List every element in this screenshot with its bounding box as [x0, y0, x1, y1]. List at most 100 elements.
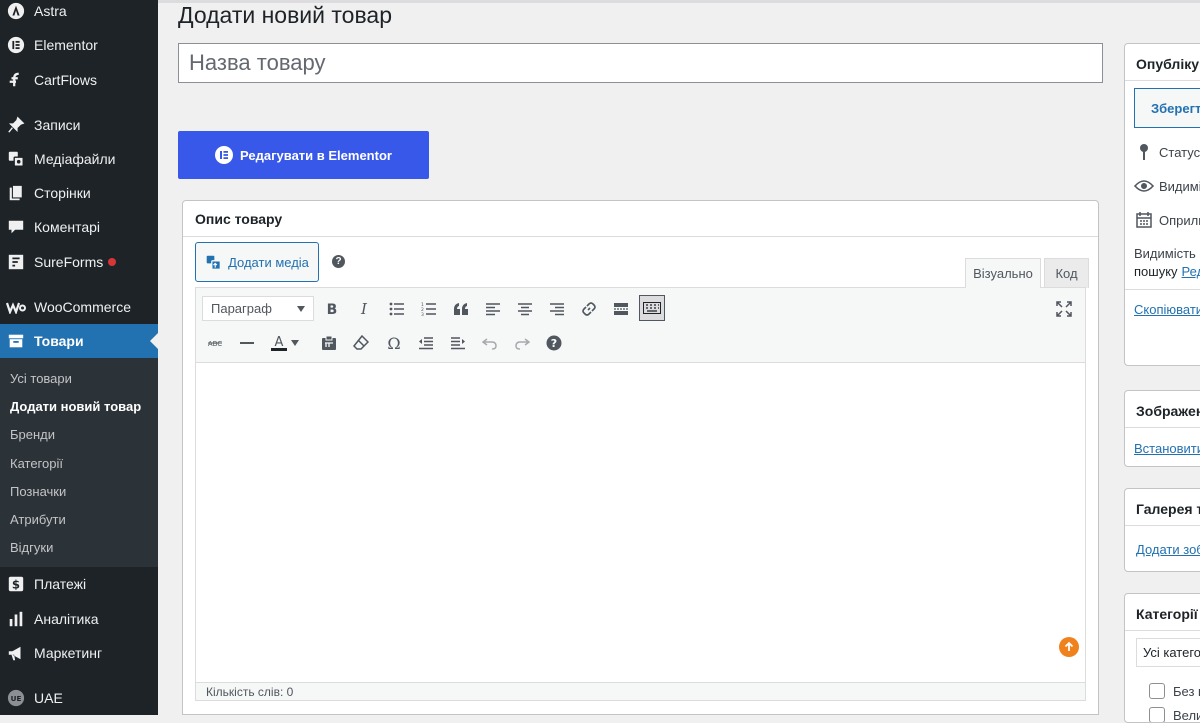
- help-icon[interactable]: ?: [332, 255, 345, 268]
- redo-icon[interactable]: [509, 330, 535, 356]
- clear-formatting-icon[interactable]: [348, 330, 374, 356]
- pin-icon: [6, 115, 26, 135]
- tab-code[interactable]: Код: [1044, 258, 1089, 288]
- keyboard-icon[interactable]: [639, 295, 665, 321]
- word-count: Кількість слів: 0: [206, 685, 294, 699]
- svg-text:UE: UE: [11, 694, 22, 703]
- visibility-row: Видимість:: [1134, 176, 1200, 196]
- sidebar-item-label: Коментарі: [34, 219, 101, 235]
- sidebar-item-elementor[interactable]: Elementor: [0, 28, 158, 62]
- blockquote-icon[interactable]: [448, 296, 474, 322]
- submenu-attributes[interactable]: Атрибути: [10, 512, 66, 527]
- product-categories-box-title: Категорії товарів: [1136, 606, 1200, 622]
- bullet-list-icon[interactable]: [384, 296, 410, 322]
- special-character-icon[interactable]: Ω: [381, 330, 407, 356]
- horizontal-line-icon[interactable]: [234, 330, 260, 356]
- submenu-add-new-product[interactable]: Додати новий товар: [10, 399, 141, 414]
- align-center-icon[interactable]: [512, 296, 538, 322]
- grammarly-icon[interactable]: [1059, 637, 1079, 657]
- sidebar-item-posts[interactable]: Записи: [0, 108, 158, 142]
- dollar-icon: $: [6, 574, 26, 594]
- megaphone-icon: [6, 643, 26, 663]
- sidebar-item-marketing[interactable]: Маркетинг: [0, 636, 158, 670]
- media-icon: [205, 254, 222, 271]
- editor-content-area[interactable]: [196, 363, 1085, 663]
- paste-text-icon[interactable]: [316, 330, 342, 356]
- save-draft-button[interactable]: Зберегти чернетку: [1134, 88, 1200, 128]
- submenu-tags[interactable]: Позначки: [10, 484, 66, 499]
- sidebar-item-media[interactable]: Медіафайли: [0, 142, 158, 176]
- set-product-image-link[interactable]: Встановити: [1134, 441, 1200, 456]
- read-more-icon[interactable]: [608, 296, 634, 322]
- sidebar-item-uae[interactable]: UE UAE: [0, 681, 158, 715]
- svg-text:ABC: ABC: [208, 340, 222, 348]
- outdent-icon[interactable]: [413, 330, 439, 356]
- sidebar-item-analytics[interactable]: Аналітика: [0, 602, 158, 636]
- sidebar-item-label: WooCommerce: [34, 299, 131, 315]
- category-checkbox[interactable]: [1149, 683, 1165, 699]
- published-label: Оприлюднено:: [1159, 212, 1200, 228]
- edit-with-elementor-button[interactable]: Редагувати в Elementor: [178, 131, 429, 179]
- svg-text:A: A: [275, 335, 284, 350]
- pin-icon: [1134, 142, 1154, 162]
- svg-text:I: I: [360, 302, 368, 316]
- sidebar-item-label: Astra: [34, 3, 67, 19]
- tab-all-categories[interactable]: Усі категорії: [1136, 638, 1200, 666]
- sidebar-item-products[interactable]: Товари: [0, 324, 158, 358]
- category-checkbox[interactable]: [1149, 707, 1165, 722]
- submenu-categories[interactable]: Категорії: [10, 456, 63, 471]
- add-media-button[interactable]: Додати медіа: [195, 242, 319, 282]
- category-item[interactable]: Без категорії: [1149, 683, 1200, 699]
- undo-icon[interactable]: [477, 330, 503, 356]
- category-item[interactable]: Велика: [1149, 707, 1200, 723]
- category-label: Велика: [1173, 707, 1200, 723]
- italic-icon[interactable]: I: [351, 296, 377, 322]
- copy-to-draft-link[interactable]: Скопіювати: [1134, 302, 1200, 317]
- submenu-reviews[interactable]: Відгуки: [10, 540, 53, 555]
- catalog-visibility-edit-link[interactable]: Редагувати: [1182, 264, 1200, 279]
- sidebar-item-label: Платежі: [34, 576, 87, 592]
- fullscreen-icon[interactable]: [1051, 296, 1077, 322]
- indent-icon[interactable]: [445, 330, 471, 356]
- sidebar-item-woocommerce[interactable]: WooCommerce: [0, 290, 158, 324]
- sidebar-item-label: Аналітика: [34, 611, 99, 627]
- sidebar-item-cartflows[interactable]: CartFlows: [0, 63, 158, 97]
- add-gallery-images-link[interactable]: Додати зображення: [1136, 542, 1200, 557]
- product-categories-box: Категорії товарів Усі категорії Без кате…: [1124, 593, 1200, 723]
- category-label: Без категорії: [1173, 683, 1200, 699]
- bold-icon[interactable]: B: [319, 296, 345, 322]
- link-icon[interactable]: [576, 296, 602, 322]
- sidebar-item-sureforms[interactable]: SureForms: [0, 245, 158, 279]
- product-gallery-box: Галерея товару Додати зображення: [1124, 488, 1200, 572]
- sidebar-item-label: Товари: [34, 333, 84, 349]
- tab-visual[interactable]: Візуально: [965, 258, 1041, 288]
- align-left-icon[interactable]: [480, 296, 506, 322]
- align-right-icon[interactable]: [544, 296, 570, 322]
- format-select-value: Параграф: [211, 301, 272, 316]
- cartflows-icon: [6, 70, 26, 90]
- sidebar-item-label: Маркетинг: [34, 645, 103, 661]
- sidebar-item-label: Сторінки: [34, 185, 91, 201]
- archive-icon: [6, 331, 26, 351]
- submenu-brands[interactable]: Бренди: [10, 427, 55, 442]
- svg-text:$: $: [12, 578, 20, 592]
- svg-text:?: ?: [551, 337, 557, 350]
- sidebar-item-pages[interactable]: Сторінки: [0, 176, 158, 210]
- numbered-list-icon[interactable]: 123: [416, 296, 442, 322]
- format-select[interactable]: Параграф: [202, 296, 314, 321]
- catalog-visibility-row: пошуку Редагувати: [1134, 264, 1200, 279]
- sidebar-item-payments[interactable]: $ Платежі: [0, 567, 158, 601]
- product-title-input[interactable]: [178, 43, 1103, 83]
- svg-text:3: 3: [421, 312, 424, 316]
- sidebar-item-label: Elementor: [34, 37, 98, 53]
- chevron-down-icon[interactable]: [289, 330, 301, 356]
- submenu-all-products[interactable]: Усі товари: [10, 371, 72, 386]
- sidebar-item-astra[interactable]: Astra: [0, 0, 158, 28]
- status-row: Статус:: [1134, 142, 1200, 162]
- calendar-icon: [1134, 210, 1154, 230]
- admin-sidebar: Astra Elementor CartFlows Записи Медіафа…: [0, 0, 158, 715]
- strikethrough-icon[interactable]: ABC: [202, 330, 228, 356]
- sidebar-item-comments[interactable]: Коментарі: [0, 210, 158, 244]
- keyboard-shortcuts-help-icon[interactable]: ?: [541, 330, 567, 356]
- sidebar-item-label: CartFlows: [34, 72, 98, 88]
